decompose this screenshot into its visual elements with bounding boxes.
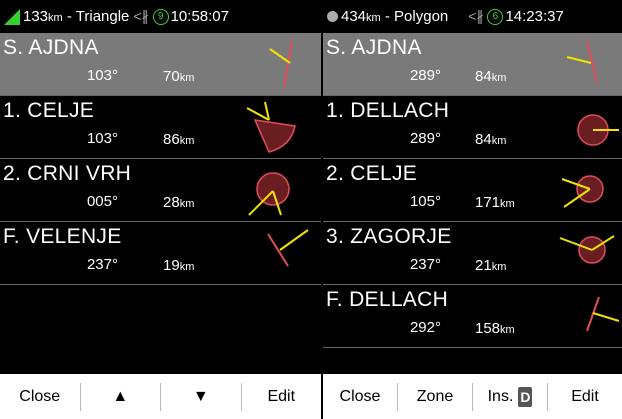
waypoint-bearing: 292°: [409, 319, 441, 336]
list-item[interactable]: S. AJDNA 289° 84km: [323, 33, 622, 96]
cylinder-zone-icon: [248, 172, 290, 216]
waypoint-bearing: 103°: [86, 67, 118, 84]
gps-satellite-icon: 9: [152, 8, 169, 25]
waypoint-name: S. AJDNA: [326, 36, 422, 59]
edit-button[interactable]: Edit: [548, 383, 622, 411]
waypoint-bearing: 103°: [86, 130, 118, 147]
bluetooth-icon: <∦: [468, 8, 484, 24]
waypoint-distance: 28: [163, 194, 180, 211]
task-distance: 133: [23, 8, 49, 25]
waypoint-distance: 70: [163, 68, 180, 85]
waypoint-bearing: 005°: [86, 193, 118, 210]
waypoint-distance-unit: km: [491, 72, 507, 84]
waypoint-bearing: 237°: [409, 256, 441, 273]
bluetooth-icon: <∦: [133, 8, 149, 24]
task-panel-triangle: 133km - Triangle <∦ 9 10:58:07 S. AJDNA …: [0, 0, 321, 419]
task-panel-polygon: 434km - Polygon <∦ 6 14:23:37 S. AJDNA 2…: [323, 0, 622, 419]
list-item[interactable]: F. VELENJE 237° 19km: [0, 222, 321, 285]
waypoint-name: 3. ZAGORJE: [326, 225, 452, 248]
waypoint-distance: 86: [163, 131, 180, 148]
waypoint-name: 1. CELJE: [3, 99, 95, 122]
status-bar: 133km - Triangle <∦ 9 10:58:07: [0, 0, 321, 33]
waypoint-distance-unit: km: [179, 198, 195, 210]
gps-satellite-icon: 6: [487, 8, 504, 25]
list-item[interactable]: 2. CELJE 105° 171km: [323, 159, 622, 222]
list-item[interactable]: 1. CELJE 103° 86km: [0, 96, 321, 159]
waypoint-list: S. AJDNA 289° 84km 1. DELLACH 289° 84km …: [323, 33, 622, 348]
sector-zone-icon: [246, 101, 296, 153]
waypoint-name: S. AJDNA: [3, 36, 99, 59]
cylinder-zone-icon: [559, 235, 615, 264]
finish-line-icon: [267, 229, 309, 267]
zone-button[interactable]: Zone: [398, 382, 473, 411]
waypoint-distance: 158: [475, 320, 501, 337]
waypoint-name: 1. DELLACH: [326, 99, 450, 122]
waypoint-name: F. VELENJE: [3, 225, 122, 248]
list-item[interactable]: 2. CRNI VRH 005° 28km: [0, 159, 321, 222]
waypoint-distance-unit: km: [179, 261, 195, 273]
waypoint-name: 2. CRNI VRH: [3, 162, 132, 185]
cylinder-zone-icon: [561, 175, 604, 208]
list-item[interactable]: 3. ZAGORJE 237° 21km: [323, 222, 622, 285]
finish-line-icon: [586, 296, 620, 332]
waypoint-list: S. AJDNA 103° 70km 1. CELJE 103° 86km 2.…: [0, 33, 321, 285]
waypoint-distance-unit: km: [500, 324, 515, 336]
waypoint-distance: 84: [475, 131, 492, 148]
edit-button[interactable]: Edit: [242, 383, 322, 411]
insert-button[interactable]: Ins. D: [473, 382, 548, 411]
dual-screen: 133km - Triangle <∦ 9 10:58:07 S. AJDNA …: [0, 0, 622, 419]
close-button[interactable]: Close: [0, 382, 81, 411]
cylinder-zone-icon: [577, 114, 619, 146]
start-line-icon: [566, 40, 598, 84]
list-item[interactable]: F. DELLACH 292° 158km: [323, 285, 622, 348]
waypoint-bearing: 289°: [409, 67, 441, 84]
clock-time: 14:23:37: [505, 8, 564, 25]
waypoint-distance: 171: [475, 194, 501, 211]
waypoint-distance-unit: km: [500, 198, 515, 210]
waypoint-name: F. DELLACH: [326, 288, 449, 311]
task-type: Triangle: [75, 8, 130, 25]
waypoint-bearing: 237°: [86, 256, 118, 273]
list-item[interactable]: S. AJDNA 103° 70km: [0, 33, 321, 96]
insert-label: Ins.: [487, 387, 514, 405]
task-distance-unit: km: [48, 12, 63, 24]
move-down-button[interactable]: ▼: [161, 382, 242, 411]
waypoint-distance-unit: km: [491, 261, 507, 273]
waypoint-bearing: 289°: [409, 130, 441, 147]
d-key-badge: D: [518, 386, 533, 407]
button-bar: Close Zone Ins. D Edit: [323, 374, 622, 419]
task-distance-unit: km: [366, 12, 381, 24]
waypoint-name: 2. CELJE: [326, 162, 418, 185]
clock-time: 10:58:07: [170, 8, 229, 25]
waypoint-distance: 19: [163, 257, 180, 274]
task-type: Polygon: [394, 8, 449, 25]
start-line-icon: [269, 40, 293, 88]
button-bar: Close ▲ ▼ Edit: [0, 374, 321, 419]
list-item[interactable]: 1. DELLACH 289° 84km: [323, 96, 622, 159]
waypoint-distance-unit: km: [179, 135, 195, 147]
gps-fix-icon: [327, 11, 338, 22]
task-distance: 434: [341, 8, 367, 25]
waypoint-distance: 21: [475, 257, 492, 274]
waypoint-distance-unit: km: [179, 72, 195, 84]
status-bar: 434km - Polygon <∦ 6 14:23:37: [323, 0, 622, 33]
waypoint-distance-unit: km: [491, 135, 507, 147]
waypoint-distance: 84: [475, 68, 492, 85]
close-button[interactable]: Close: [323, 382, 398, 411]
move-up-button[interactable]: ▲: [81, 382, 161, 411]
gps-fix-icon: [4, 8, 20, 25]
waypoint-bearing: 105°: [409, 193, 441, 210]
